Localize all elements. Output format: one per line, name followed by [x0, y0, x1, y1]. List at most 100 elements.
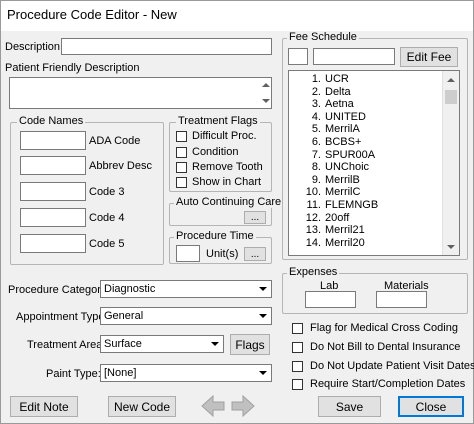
fee-schedule-item[interactable]: 13. Merril21: [303, 224, 365, 236]
condition-checkbox[interactable]: [176, 147, 187, 158]
difficult-proc-label: Difficult Proc.: [192, 130, 257, 142]
paint-type-label: Paint Type:: [46, 368, 101, 380]
description-input[interactable]: [61, 38, 272, 55]
chevron-down-icon: [447, 244, 455, 249]
fee-item-name: MerrilA: [325, 123, 360, 136]
fee-schedule-item[interactable]: 5. MerrilA: [303, 123, 360, 135]
left-arrow-icon[interactable]: [200, 393, 226, 419]
remove-tooth-checkbox[interactable]: [176, 162, 187, 173]
chevron-down-icon: [259, 287, 267, 291]
fee-schedule-scrollbar[interactable]: [442, 71, 459, 255]
procedure-time-input[interactable]: [176, 245, 200, 262]
treatment-area-value: Surface: [104, 338, 142, 350]
fee-item-name: MerrilC: [325, 186, 361, 199]
paint-type-value: [None]: [104, 367, 137, 379]
treatment-area-label: Treatment Area:: [27, 339, 106, 351]
fee-item-number: 5.: [311, 123, 321, 136]
appointment-type-value: General: [104, 310, 144, 322]
fee-item-number: 1.: [311, 73, 321, 85]
new-code-button[interactable]: New Code: [108, 396, 176, 417]
scroll-up-icon: [262, 83, 270, 87]
treatment-flags-legend: Treatment Flags: [176, 115, 260, 127]
show-in-chart-label: Show in Chart: [192, 176, 262, 188]
auto-continuing-care-legend: Auto Continuing Care: [174, 196, 284, 208]
fee-schedule-item[interactable]: 6. BCBS+: [303, 136, 362, 148]
window-title: Procedure Code Editor - New: [7, 7, 177, 22]
description-label: Description:: [5, 41, 64, 53]
flags-button[interactable]: Flags: [230, 334, 270, 355]
fee-item-name: UCR: [325, 73, 349, 85]
procedure-code-editor-window: Procedure Code Editor - New Description:…: [0, 0, 474, 424]
fee-scroll-down-button[interactable]: [443, 238, 459, 255]
fee-schedule-item[interactable]: 12. 20off: [303, 212, 350, 224]
fee-schedule-item[interactable]: 2. Delta: [303, 86, 351, 98]
appointment-type-select[interactable]: General: [100, 307, 272, 325]
fee-schedule-item[interactable]: 8. UNChoic: [303, 161, 369, 173]
fee-item-name: UNChoic: [325, 161, 370, 174]
procedure-category-label: Procedure Category:: [8, 284, 110, 296]
fee-schedule-item[interactable]: 11. FLEMNGB: [303, 199, 379, 211]
patient-friendly-label: Patient Friendly Description: [5, 62, 140, 74]
patient-friendly-input[interactable]: [9, 77, 272, 109]
do-not-update-visit-dates-checkbox[interactable]: [292, 361, 303, 372]
materials-input[interactable]: [376, 291, 427, 308]
edit-note-button[interactable]: Edit Note: [10, 396, 78, 417]
code-3-input[interactable]: [20, 182, 86, 201]
paint-type-select[interactable]: [None]: [100, 364, 272, 382]
fee-amount-input[interactable]: [313, 48, 395, 65]
code-names-legend: Code Names: [17, 115, 86, 127]
right-arrow-icon[interactable]: [230, 393, 256, 419]
save-button[interactable]: Save: [318, 396, 381, 417]
show-in-chart-checkbox[interactable]: [176, 177, 187, 188]
close-button[interactable]: Close: [398, 396, 464, 417]
code-5-input[interactable]: [20, 234, 86, 253]
lab-input[interactable]: [305, 291, 356, 308]
fee-item-number: 6.: [311, 136, 321, 148]
fee-item-name: FLEMNGB: [325, 199, 379, 211]
procedure-time-legend: Procedure Time: [174, 230, 256, 242]
chevron-down-icon: [259, 314, 267, 318]
procedure-time-button[interactable]: ...: [244, 247, 266, 261]
fee-schedule-item[interactable]: 4. UNITED: [303, 111, 366, 123]
fee-item-number: 7.: [311, 148, 321, 161]
ada-code-input[interactable]: [20, 131, 86, 150]
fee-schedule-list[interactable]: 1. UCR 2. Delta 3. Aetna 4. UNITED 5. MerrilA 6. BC…: [288, 70, 460, 256]
fee-item-name: Merril21: [325, 224, 365, 237]
flag-medical-cross-coding-label: Flag for Medical Cross Coding: [310, 322, 458, 334]
fee-item-name: MerrilB: [325, 173, 360, 186]
procedure-category-value: Diagnostic: [104, 283, 156, 295]
do-not-bill-dental-checkbox[interactable]: [292, 342, 303, 353]
abbrev-desc-input[interactable]: [20, 156, 86, 175]
do-not-update-visit-dates-label: Do Not Update Patient Visit Dates: [310, 360, 474, 372]
chevron-down-icon: [211, 342, 219, 346]
fee-item-name: Merril20: [325, 236, 365, 249]
fee-item-name: SPUR00A: [325, 148, 376, 161]
code-5-label: Code 5: [89, 238, 125, 250]
fee-item-name: Aetna: [325, 98, 354, 111]
fee-item-name: UNITED: [325, 110, 366, 123]
difficult-proc-checkbox[interactable]: [176, 131, 187, 142]
fee-schedule-item[interactable]: 1. UCR: [303, 73, 349, 85]
fee-item-number: 11.: [306, 199, 321, 211]
fee-schedule-item[interactable]: 3. Aetna: [303, 98, 354, 110]
fee-item-number: 13.: [305, 224, 321, 237]
fee-scroll-thumb[interactable]: [445, 90, 457, 104]
fee-item-name: Delta: [325, 85, 351, 98]
fee-schedule-item[interactable]: 10. MerrilC: [303, 186, 361, 199]
treatment-area-select[interactable]: Surface: [100, 335, 224, 353]
fee-schedule-item[interactable]: 7. SPUR00A: [303, 149, 375, 161]
procedure-time-unit-label: Unit(s): [206, 248, 239, 260]
procedure-category-select[interactable]: Diagnostic: [100, 280, 272, 298]
fee-schedule-item[interactable]: 9. MerrilB: [303, 174, 360, 186]
abbrev-desc-label: Abbrev Desc: [89, 160, 152, 172]
require-start-completion-checkbox[interactable]: [292, 379, 303, 390]
fee-small-input[interactable]: [288, 48, 308, 65]
code-4-input[interactable]: [20, 208, 86, 227]
flag-medical-cross-coding-checkbox[interactable]: [292, 323, 303, 334]
auto-continuing-care-button[interactable]: ...: [244, 211, 266, 224]
fee-scroll-up-button[interactable]: [443, 71, 459, 88]
fee-schedule-item[interactable]: 14. Merril20: [303, 237, 365, 249]
edit-fee-button[interactable]: Edit Fee: [400, 47, 458, 67]
patient-friendly-scrollbar[interactable]: [261, 78, 271, 108]
scroll-down-icon: [262, 99, 270, 103]
